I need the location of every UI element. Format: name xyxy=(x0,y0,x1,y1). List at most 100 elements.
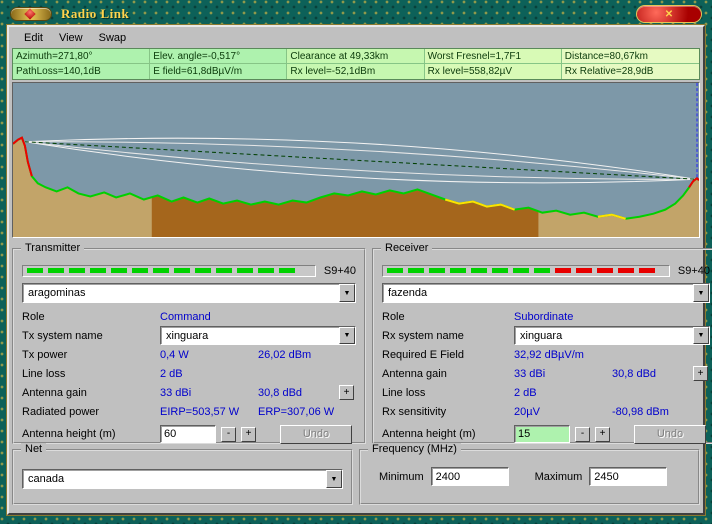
close-icon: ✕ xyxy=(665,9,673,20)
meter-segment xyxy=(174,268,190,273)
tx-rx-row: Transmitter S9+40 aragominas ▼ Role Comm… xyxy=(12,243,700,444)
net-value: canada xyxy=(23,470,326,488)
meter-segment xyxy=(216,268,232,273)
rx-gain-dbd: 30,8 dBd xyxy=(612,368,656,380)
frequency-max-input[interactable] xyxy=(589,467,667,486)
meter-segment xyxy=(450,268,466,273)
tx-erp-value: ERP=307,06 W xyxy=(258,406,334,418)
rx-lineloss-value: 2 dB xyxy=(514,387,537,399)
tx-undo-button[interactable]: Undo xyxy=(280,425,352,444)
tx-height-row: Antenna height (m) - + Undo xyxy=(22,423,356,445)
rx-meter-label: S9+40 xyxy=(678,265,710,277)
window-frame: Radio Link ✕ Edit View Swap Azimuth=271,… xyxy=(0,0,712,524)
info-clearance: Clearance at 49,33km xyxy=(287,49,424,64)
rx-lineloss-row: Line loss 2 dB xyxy=(382,383,710,402)
meter-segment xyxy=(534,268,550,273)
tx-radiated-row: Radiated power EIRP=503,57 W ERP=307,06 … xyxy=(22,402,356,421)
tx-gain-dbd: 30,8 dBd xyxy=(258,387,302,399)
info-worst-fresnel: Worst Fresnel=1,7F1 xyxy=(425,49,562,64)
rx-height-plus-button[interactable]: + xyxy=(595,427,610,442)
info-elev-angle: Elev. angle=-0,517° xyxy=(150,49,287,64)
meter-segment xyxy=(618,268,634,273)
tx-role-label: Role xyxy=(22,311,160,323)
tx-power-dbm: 26,02 dBm xyxy=(258,349,311,361)
rx-height-input[interactable] xyxy=(514,425,570,443)
rx-role-row: Role Subordinate xyxy=(382,307,710,326)
net-group-label: Net xyxy=(21,443,46,455)
rx-height-minus-button[interactable]: - xyxy=(575,427,590,442)
tx-unit-select[interactable]: aragominas ▼ xyxy=(22,283,356,303)
receiver-group-label: Receiver xyxy=(381,242,432,254)
tx-power-label: Tx power xyxy=(22,349,160,361)
tx-gain-plus-button[interactable]: + xyxy=(339,385,354,400)
window-title: Radio Link xyxy=(61,6,129,22)
rx-sensitivity-label: Rx sensitivity xyxy=(382,406,514,418)
menu-view[interactable]: View xyxy=(51,30,91,46)
menu-edit[interactable]: Edit xyxy=(16,30,51,46)
info-rx-level-dbm: Rx level=-52,1dBm xyxy=(287,64,424,79)
meter-segment xyxy=(555,268,571,273)
dropdown-arrow-icon[interactable]: ▼ xyxy=(693,284,709,302)
rx-system-select[interactable]: xinguara ▼ xyxy=(514,326,710,345)
tx-gain-label: Antenna gain xyxy=(22,387,160,399)
meter-segment xyxy=(153,268,169,273)
meter-segment xyxy=(111,268,127,273)
meter-segment xyxy=(471,268,487,273)
meter-segment xyxy=(27,268,43,273)
menubar: Edit View Swap xyxy=(12,28,700,47)
tx-height-minus-button[interactable]: - xyxy=(221,427,236,442)
info-rx-relative: Rx Relative=28,9dB xyxy=(562,64,699,79)
tx-height-input[interactable] xyxy=(160,425,216,443)
frequency-min-pair: Minimum xyxy=(379,467,509,486)
meter-segment xyxy=(237,268,253,273)
info-azimuth: Azimuth=271,80° xyxy=(13,49,150,64)
dropdown-arrow-icon[interactable]: ▼ xyxy=(339,284,355,302)
frequency-max-pair: Maximum xyxy=(535,467,668,486)
tx-system-value: xinguara xyxy=(161,327,339,344)
tx-unit-value: aragominas xyxy=(23,284,339,302)
rx-undo-button[interactable]: Undo xyxy=(634,425,706,444)
info-pathloss: PathLoss=140,1dB xyxy=(13,64,150,79)
tx-system-select[interactable]: xinguara ▼ xyxy=(160,326,356,345)
dropdown-arrow-icon[interactable]: ▼ xyxy=(693,327,709,344)
rx-signal-meter xyxy=(382,265,670,277)
rx-efield-label: Required E Field xyxy=(382,349,514,361)
tx-power-row: Tx power 0,4 W 26,02 dBm xyxy=(22,345,356,364)
tx-height-plus-button[interactable]: + xyxy=(241,427,256,442)
rx-role-label: Role xyxy=(382,311,514,323)
rx-gain-plus-button[interactable]: + xyxy=(693,366,708,381)
profile-svg xyxy=(13,83,699,237)
tx-gain-dbi: 33 dBi xyxy=(160,387,258,399)
meter-segment xyxy=(576,268,592,273)
tx-lineloss-label: Line loss xyxy=(22,368,160,380)
net-select[interactable]: canada ▼ xyxy=(22,469,343,489)
rx-unit-select[interactable]: fazenda ▼ xyxy=(382,283,710,303)
rx-sensitivity-uv: 20µV xyxy=(514,406,612,418)
meter-segment xyxy=(513,268,529,273)
frequency-fields: Minimum Maximum xyxy=(369,467,690,486)
tx-power-watts: 0,4 W xyxy=(160,349,258,361)
frequency-groupbox: Frequency (MHz) Minimum Maximum xyxy=(359,449,700,505)
terrain-profile-chart[interactable] xyxy=(12,82,700,238)
meter-segment xyxy=(195,268,211,273)
dropdown-arrow-icon[interactable]: ▼ xyxy=(339,327,355,344)
tx-role-value: Command xyxy=(160,311,211,323)
meter-segment xyxy=(429,268,445,273)
tx-meter-label: S9+40 xyxy=(324,265,356,277)
rx-height-label: Antenna height (m) xyxy=(382,428,514,440)
frequency-min-input[interactable] xyxy=(431,467,509,486)
tx-height-label: Antenna height (m) xyxy=(22,428,160,440)
net-groupbox: Net canada ▼ xyxy=(12,449,353,505)
close-button[interactable]: ✕ xyxy=(637,6,701,22)
rx-unit-value: fazenda xyxy=(383,284,693,302)
tx-lineloss-row: Line loss 2 dB xyxy=(22,364,356,383)
info-distance: Distance=80,67km xyxy=(562,49,699,64)
rx-role-value: Subordinate xyxy=(514,311,573,323)
rx-meter-row: S9+40 xyxy=(382,262,710,279)
menu-swap[interactable]: Swap xyxy=(91,30,135,46)
info-rx-level-uv: Rx level=558,82µV xyxy=(425,64,562,79)
titlebar: Radio Link ✕ xyxy=(7,3,705,25)
rx-gain-dbi: 33 dBi xyxy=(514,368,612,380)
dropdown-arrow-icon[interactable]: ▼ xyxy=(326,470,342,488)
rx-sensitivity-row: Rx sensitivity 20µV -80,98 dBm xyxy=(382,402,710,421)
